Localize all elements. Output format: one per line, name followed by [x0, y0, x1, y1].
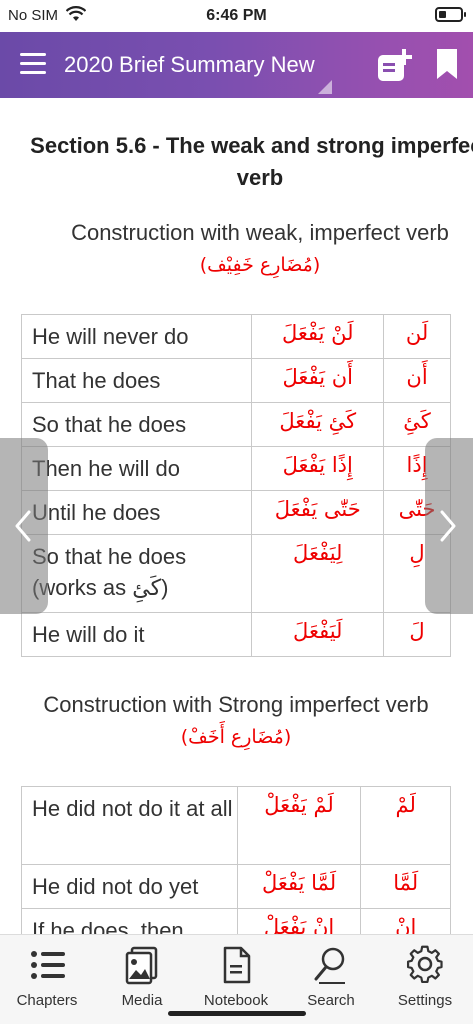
menu-button[interactable]: [20, 53, 46, 75]
home-indicator: [168, 1011, 306, 1016]
tab-settings[interactable]: Settings: [378, 935, 472, 1025]
table-row: So that he does (works as كَئِ) لِيَفْعَ…: [20, 534, 451, 613]
book-title: 2020 Brief Summary New: [64, 52, 315, 77]
notebook-icon: [223, 946, 251, 984]
search-icon: [314, 947, 345, 984]
tab-chapters[interactable]: Chapters: [0, 935, 94, 1025]
add-note-icon[interactable]: [376, 47, 414, 83]
bottom-tab-bar: Chapters Media Notebook Search Settings: [0, 934, 473, 1024]
table-row: He will do it لَيَفْعَلَ لَ: [20, 612, 451, 657]
next-page-button[interactable]: [425, 438, 473, 614]
table-row: Until he does حَتّٰى يَفْعَلَ حَتّٰى: [20, 490, 451, 535]
table-row: If he does, then إِنْ يَفْعَلْ إِنْ: [21, 908, 451, 934]
media-icon: [125, 946, 158, 985]
weak-verb-table: He will never do لَنْ يَفْعَلَ لَن That …: [20, 314, 451, 657]
battery-icon: [435, 7, 466, 22]
weak-construction-heading: Construction with weak, imperfect verb (…: [0, 216, 473, 282]
page-curl-decoration: [318, 80, 332, 94]
strong-arabic-label: (مُضَارِع أَخَفْ): [180, 726, 292, 748]
app-bar: 2020 Brief Summary New: [0, 32, 473, 98]
clock: 6:46 PM: [206, 7, 267, 24]
section-title: Section 5.6 - The weak and strong imperf…: [30, 133, 473, 190]
strong-construction-heading: Construction with Strong imperfect verb …: [0, 688, 473, 754]
bookmark-icon[interactable]: [436, 48, 458, 80]
chevron-left-icon: [15, 510, 31, 542]
table-row: Then he will do إِذًا يَفْعَلَ إِذًا: [20, 446, 451, 491]
strong-verb-table: He did not do it at all لَمْ يَفْعَلْ لَ…: [21, 786, 451, 934]
table-row: That he does أَن يَفْعَلَ أَن: [20, 358, 451, 403]
status-bar: No SIM 6:46 PM: [0, 0, 473, 32]
gear-icon: [406, 945, 443, 984]
chevron-right-icon: [440, 510, 456, 542]
weak-arabic-label: (مُضَارِع خَفِيْف): [199, 254, 321, 276]
previous-page-button[interactable]: [0, 438, 48, 614]
table-row: So that he does كَئِ يَفْعَلَ كَئِ: [20, 402, 451, 447]
table-row: He did not do it at all لَمْ يَفْعَلْ لَ…: [21, 786, 451, 865]
table-row: He will never do لَنْ يَفْعَلَ لَن: [20, 314, 451, 359]
table-row: He did not do yet لَمَّا يَفْعَلْ لَمَّا: [21, 864, 451, 909]
chapter-content[interactable]: Section 5.6 - The weak and strong imperf…: [0, 98, 473, 934]
list-icon: [31, 951, 65, 979]
